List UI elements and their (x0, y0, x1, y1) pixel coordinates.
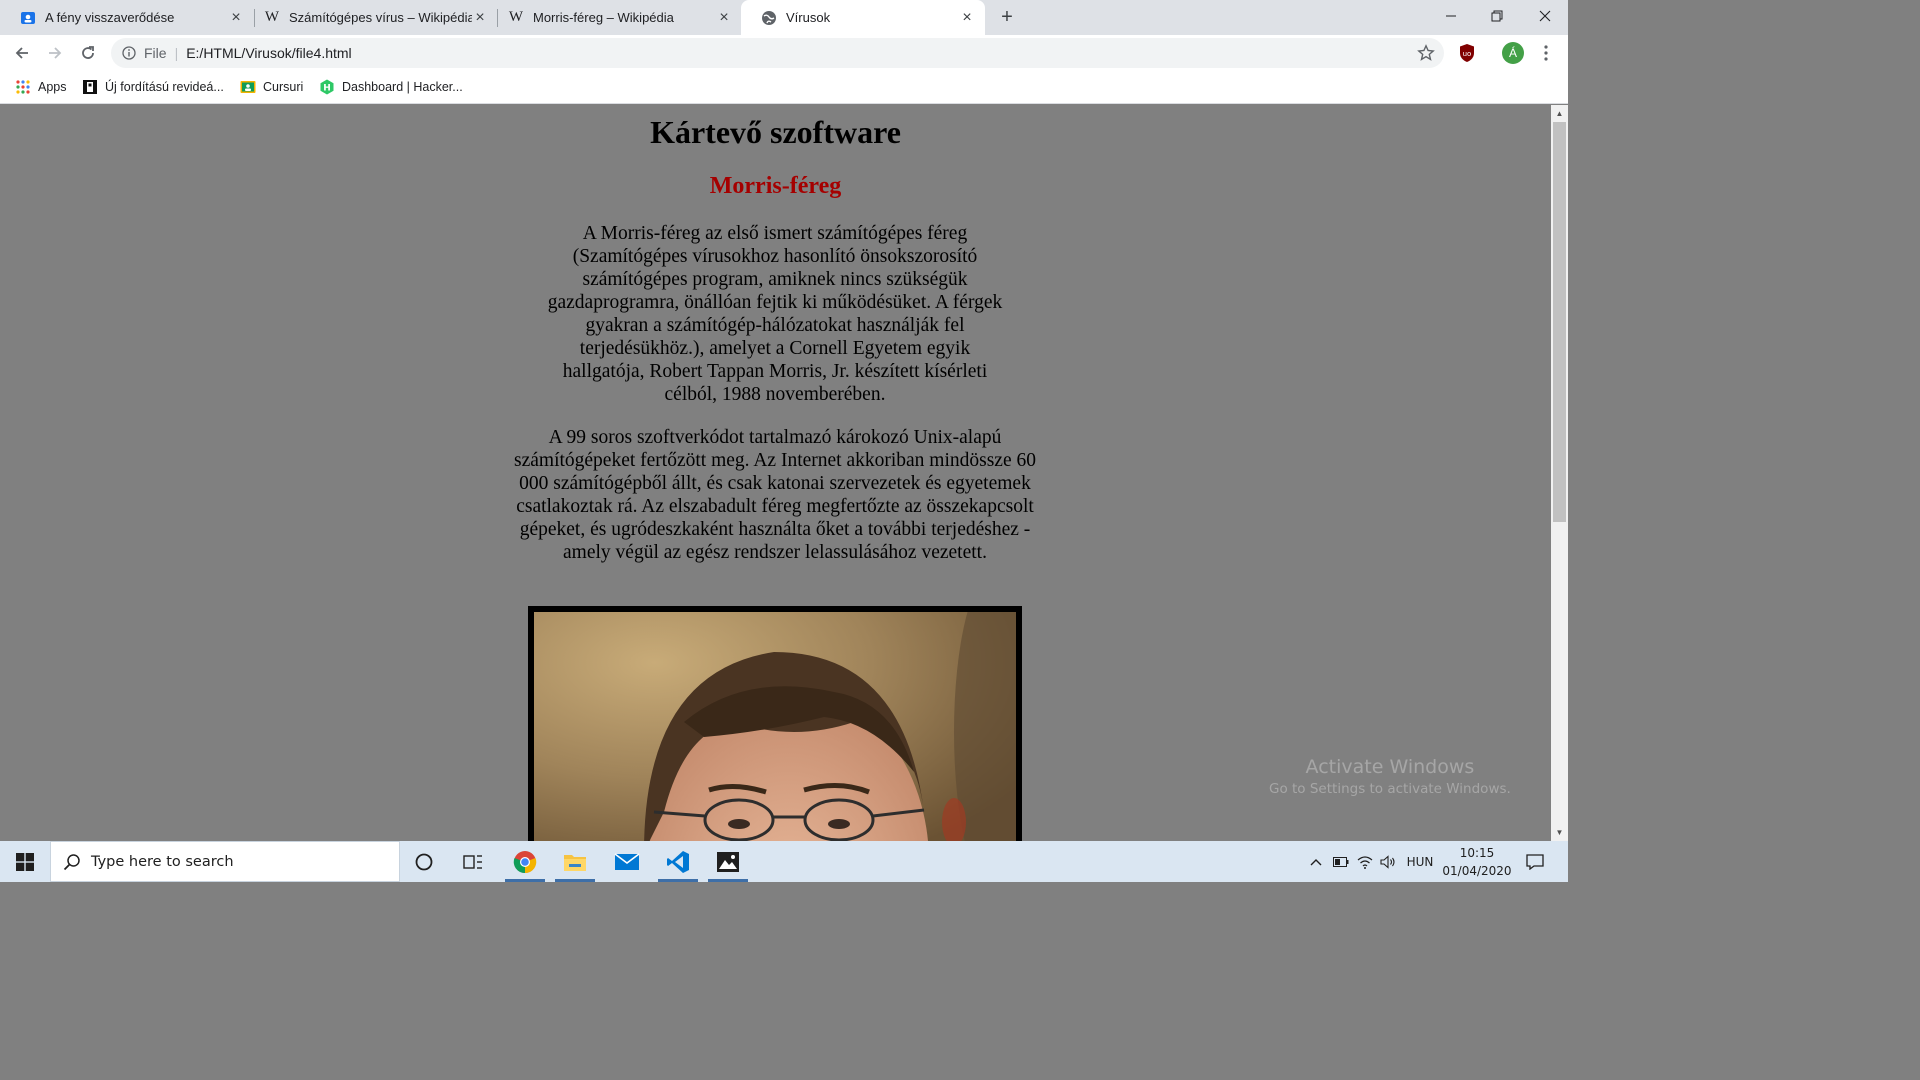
watermark-subtitle: Go to Settings to activate Windows. (1269, 781, 1511, 797)
paragraph-spread: A 99 soros szoftverkódot tartalmazó káro… (514, 427, 1036, 563)
page-scrollbar[interactable]: ▲ ▼ (1551, 105, 1568, 841)
scroll-down-arrow-icon[interactable]: ▼ (1551, 824, 1568, 841)
photos-icon (717, 851, 739, 872)
tab-title: A fény visszaverődése (45, 10, 175, 25)
windows-taskbar: Type here to search HUN 10:15 01/04/2020 (0, 841, 1568, 882)
bookmark-label: Dashboard | Hacker... (342, 80, 463, 94)
more-menu-icon[interactable] (1536, 43, 1556, 63)
back-arrow-icon (15, 47, 28, 59)
reload-button[interactable] (75, 40, 101, 66)
tab-title: Morris-féreg – Wikipédia (533, 10, 674, 25)
mail-icon (614, 852, 640, 870)
windows-logo-icon (16, 852, 34, 871)
file-explorer-icon (564, 854, 586, 871)
scrollbar-thumb[interactable] (1553, 122, 1566, 522)
input-language-indicator[interactable]: HUN (1402, 841, 1438, 882)
bookmark-apps[interactable]: Apps (15, 78, 67, 96)
activate-windows-watermark: Activate Windows Go to Settings to activ… (1269, 756, 1511, 797)
notification-icon (1526, 853, 1544, 870)
chevron-up-icon (1310, 858, 1322, 865)
vscode-taskbar-button[interactable] (654, 841, 702, 882)
clock-date: 01/04/2020 (1442, 864, 1512, 878)
wikipedia-icon: W (264, 9, 280, 25)
photo-frame (528, 606, 1022, 841)
page-viewport[interactable]: Kártevő szoftware Morris-féreg A Morris-… (0, 105, 1551, 841)
chrome-taskbar-button[interactable] (501, 841, 549, 882)
wikipedia-icon: W (508, 9, 524, 25)
tab-virusok[interactable]: Vírusok × (741, 0, 985, 35)
close-window-button[interactable] (1522, 0, 1568, 32)
profile-avatar[interactable]: Á (1502, 42, 1524, 64)
page-heading: Kártevő szoftware (650, 114, 901, 150)
close-icon[interactable]: × (228, 9, 244, 26)
vscode-icon (667, 850, 689, 873)
photos-taskbar-button[interactable] (704, 841, 752, 882)
new-tab-button[interactable]: + (996, 6, 1018, 28)
reload-icon (82, 46, 94, 59)
bible-icon (82, 79, 98, 95)
portrait-photo (534, 612, 1016, 841)
classroom-icon (240, 79, 256, 95)
address-bar[interactable]: File | E:/HTML/Virusok/file4.html (111, 38, 1444, 68)
tab-strip: A fény visszaverődése × W Számítógépes v… (0, 0, 1568, 35)
bookmark-label: Apps (38, 80, 67, 94)
bookmark-cursuri[interactable]: Cursuri (240, 78, 303, 96)
cortana-button[interactable] (400, 841, 448, 882)
taskbar-clock[interactable]: 10:15 01/04/2020 (1440, 844, 1514, 880)
back-button[interactable] (9, 40, 35, 66)
taskbar-search-input[interactable]: Type here to search (50, 841, 400, 882)
tab-szamitogepes-virus[interactable]: W Számítógépes vírus – Wikipédia × (244, 0, 498, 35)
browser-toolbar: File | E:/HTML/Virusok/file4.html uo Á (0, 35, 1568, 70)
search-icon (63, 853, 80, 870)
watermark-title: Activate Windows (1305, 756, 1475, 778)
url-text[interactable]: E:/HTML/Virusok/file4.html (186, 45, 351, 61)
ublock-icon[interactable]: uo (1458, 43, 1476, 63)
tab-title: Számítógépes vírus – Wikipédia (289, 10, 472, 25)
chrome-icon (513, 850, 537, 873)
task-view-button[interactable] (449, 841, 497, 882)
forward-arrow-icon (49, 47, 62, 59)
file-explorer-taskbar-button[interactable] (551, 841, 599, 882)
bookmark-label: Új fordítású revideá... (105, 80, 224, 94)
show-hidden-icons-button[interactable] (1304, 841, 1328, 882)
scroll-up-arrow-icon[interactable]: ▲ (1551, 105, 1568, 122)
bookmark-label: Cursuri (263, 80, 304, 94)
url-scheme: File (144, 45, 167, 61)
minimize-button[interactable] (1428, 0, 1474, 32)
classroom-icon (20, 10, 36, 26)
url-separator: | (174, 45, 179, 61)
start-button[interactable] (0, 841, 50, 882)
svg-text:H: H (323, 84, 331, 94)
mail-taskbar-button[interactable] (603, 841, 651, 882)
restore-button[interactable] (1474, 0, 1520, 32)
bookmarks-bar: Apps Új fordítású revideá... Cursuri H D… (0, 70, 1568, 104)
close-icon[interactable]: × (716, 9, 732, 26)
section-heading: Morris-féreg (709, 173, 842, 199)
close-icon[interactable]: × (472, 9, 488, 26)
wifi-icon[interactable] (1354, 841, 1376, 882)
close-icon[interactable]: × (959, 9, 975, 26)
task-view-icon (463, 854, 482, 869)
search-placeholder: Type here to search (91, 853, 234, 870)
bookmark-hackerrank[interactable]: H Dashboard | Hacker... (319, 78, 463, 96)
tab-feny[interactable]: A fény visszaverődése × (0, 0, 254, 35)
svg-text:uo: uo (1463, 50, 1472, 58)
bookmark-bible[interactable]: Új fordítású revideá... (82, 78, 224, 96)
clock-time: 10:15 (1459, 846, 1495, 860)
tab-morris-fereg[interactable]: W Morris-féreg – Wikipédia × (488, 0, 742, 35)
action-center-button[interactable] (1520, 841, 1550, 882)
hackerrank-icon: H (319, 79, 335, 95)
cortana-icon (415, 853, 433, 870)
battery-icon[interactable] (1330, 841, 1352, 882)
forward-button[interactable] (42, 40, 68, 66)
paragraph-intro: A Morris-féreg az első ismert számítógép… (547, 223, 1003, 405)
apps-grid-icon (15, 79, 31, 95)
info-icon[interactable] (122, 46, 136, 60)
tab-title: Vírusok (786, 10, 831, 25)
bookmark-star-icon[interactable] (1417, 44, 1435, 62)
volume-icon[interactable] (1377, 841, 1399, 882)
globe-icon (761, 10, 777, 26)
